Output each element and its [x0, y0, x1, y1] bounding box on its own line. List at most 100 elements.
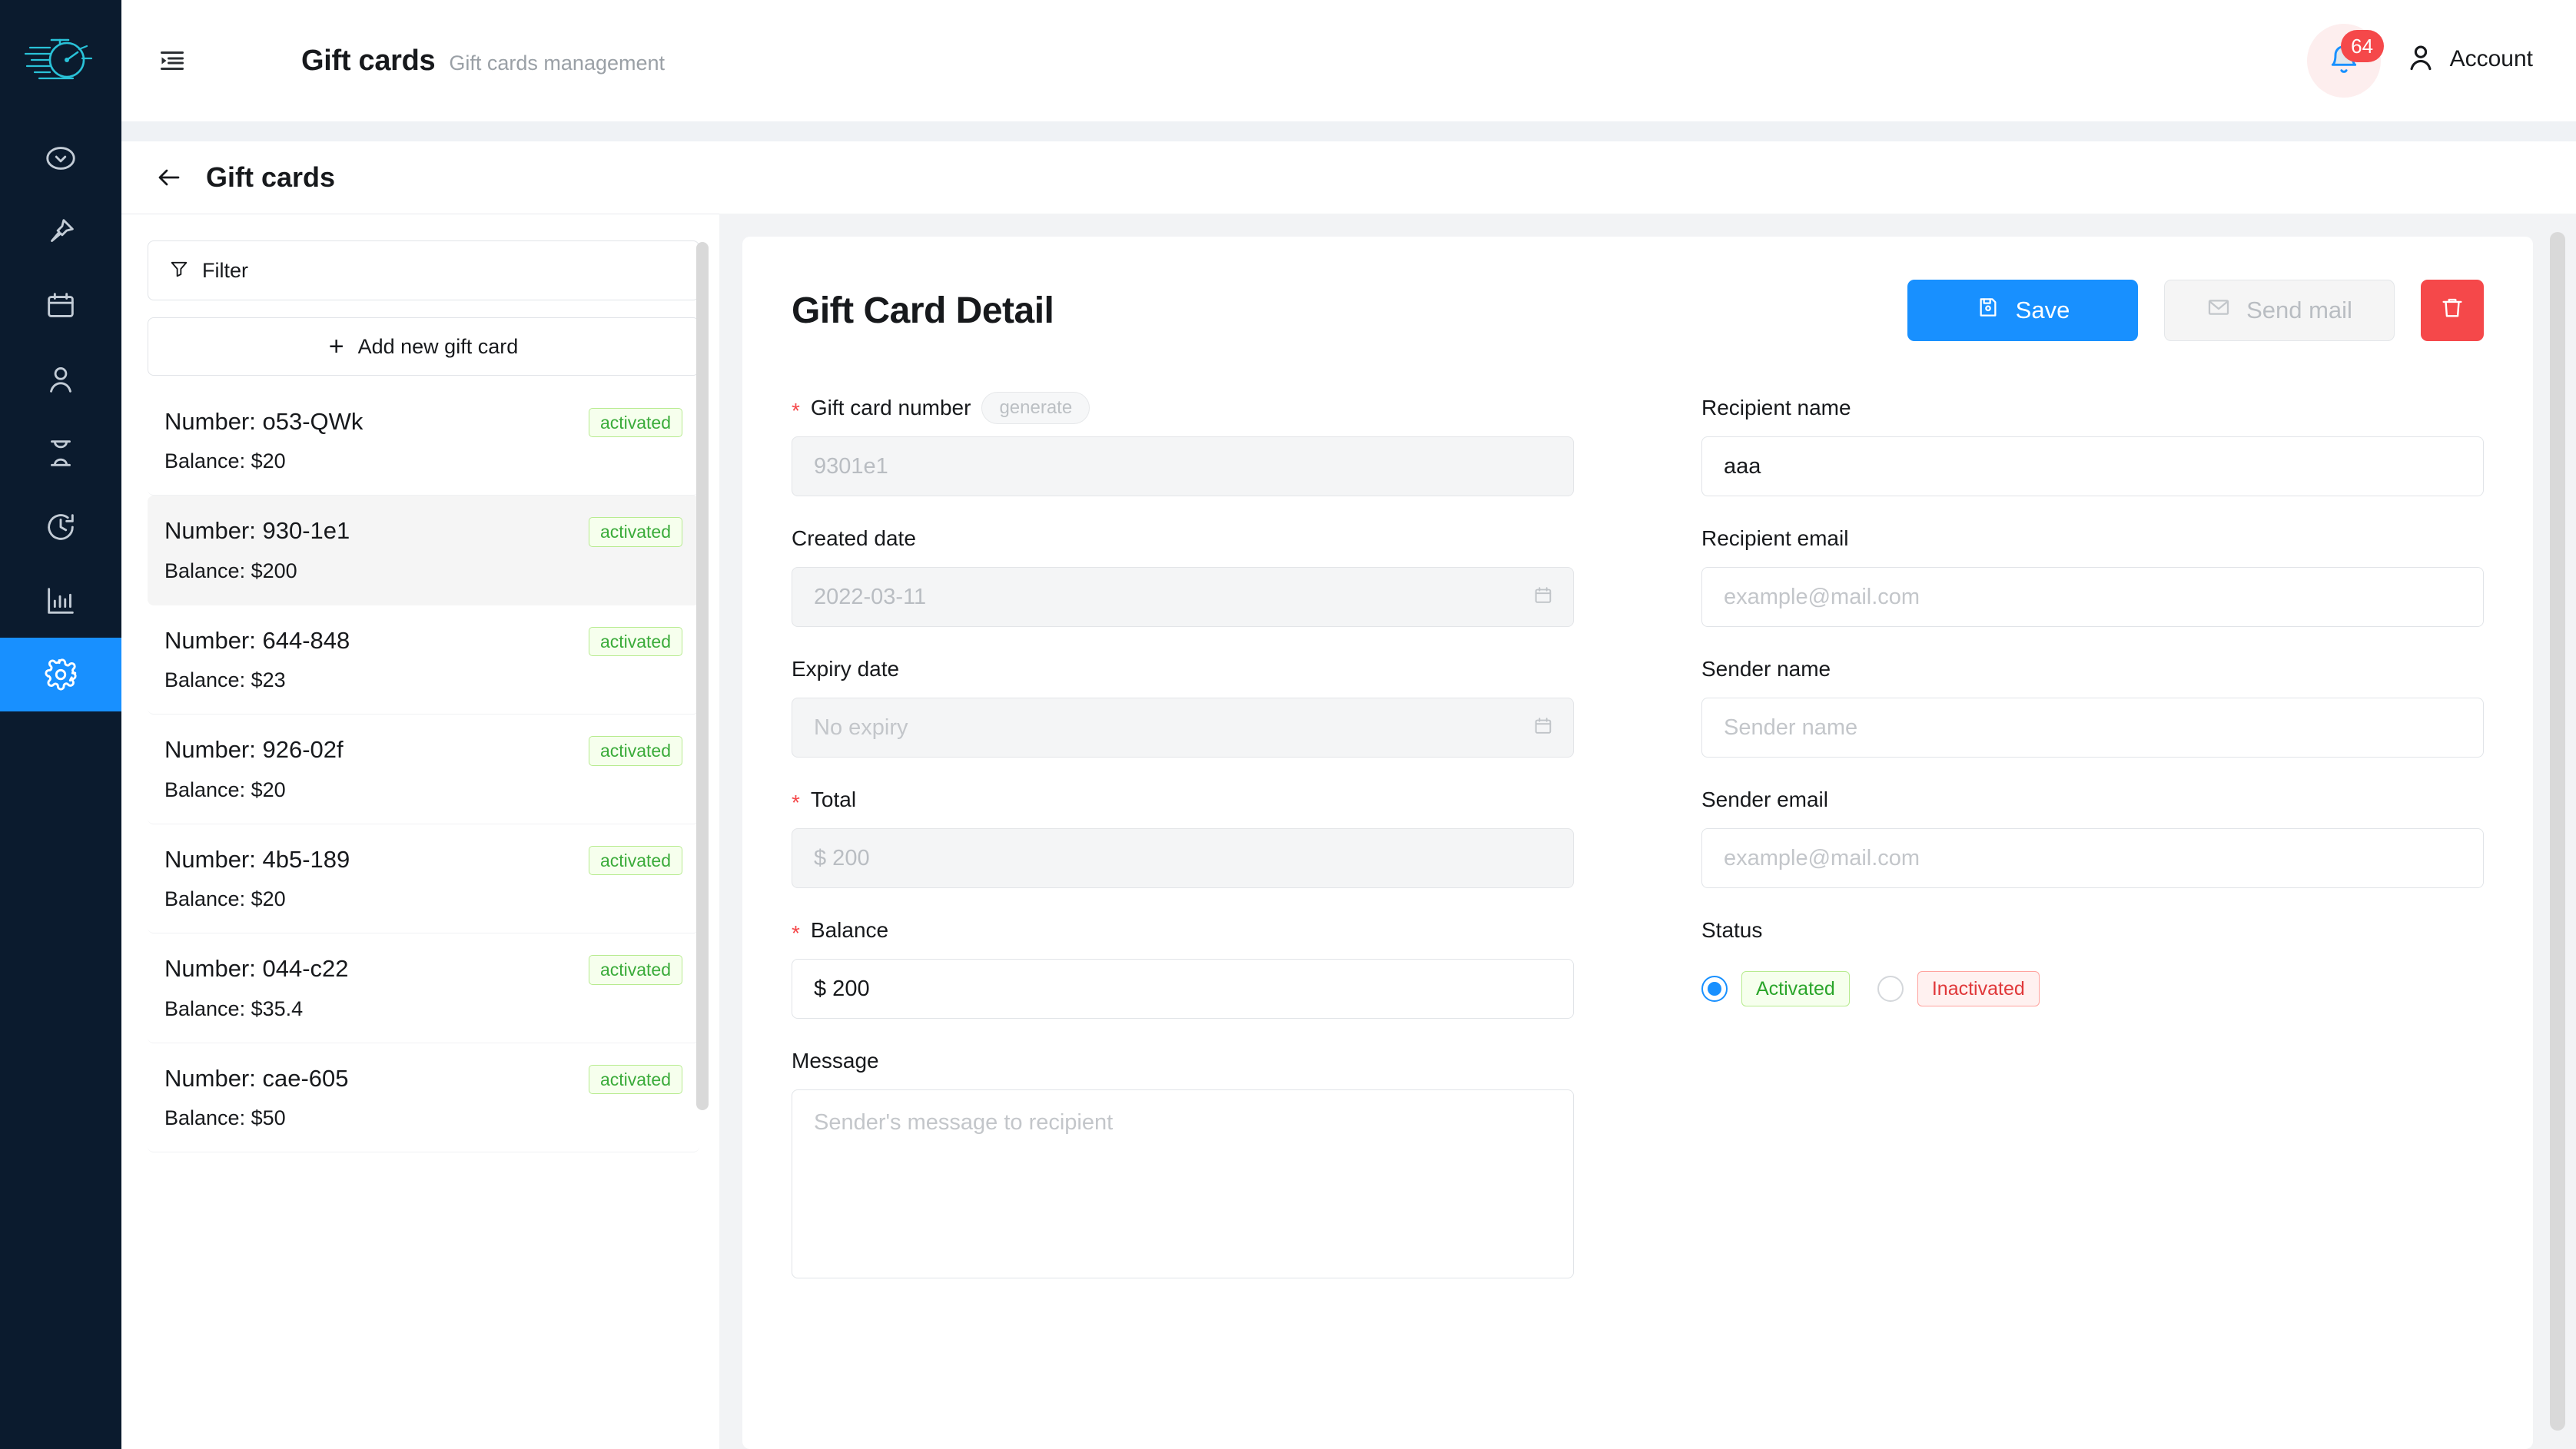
list-item[interactable]: Number: 044-c22 activated Balance: $35.4 — [148, 933, 699, 1043]
save-button[interactable]: Save — [1907, 280, 2138, 341]
balance-label: Balance — [810, 918, 889, 942]
pin-icon — [43, 214, 78, 250]
list-item[interactable]: Number: o53-QWk activated Balance: $20 — [148, 386, 699, 496]
field-label: Status — [1701, 914, 2484, 947]
generate-button[interactable]: generate — [981, 391, 1090, 425]
rail-item-check-circle[interactable] — [0, 121, 121, 195]
topbar-right: 64 Account — [2306, 24, 2533, 98]
avatar-icon — [2404, 41, 2438, 78]
account-menu[interactable]: Account — [2404, 41, 2533, 81]
required-asterisk: * — [792, 921, 800, 945]
rail-item-settings[interactable] — [0, 638, 121, 711]
gift-card-number-input[interactable]: 9301e1 — [792, 436, 1574, 496]
list-item-row: Number: 044-c22 activated — [164, 955, 682, 985]
add-new-gift-card-button[interactable]: + Add new gift card — [148, 317, 699, 376]
recipient-email-input[interactable]: example@mail.com — [1701, 567, 2484, 627]
rail-item-bar-chart[interactable] — [0, 564, 121, 638]
sender-name-placeholder: Sender name — [1724, 715, 1858, 740]
required-asterisk: * — [792, 399, 800, 423]
status-option-activated[interactable]: Activated — [1701, 971, 1850, 1006]
calendar-icon — [43, 288, 78, 323]
list-scrollbar[interactable] — [696, 242, 709, 1110]
delete-button[interactable] — [2421, 280, 2484, 341]
gift-card-balance-text: Balance: $200 — [164, 559, 297, 582]
header-divider-strip — [121, 121, 2576, 141]
gift-card-balance-text: Balance: $20 — [164, 449, 286, 473]
list-item[interactable]: Number: 644-848 activated Balance: $23 — [148, 605, 699, 715]
detail-header: Gift Card Detail Save Send mail — [792, 280, 2484, 341]
page-subtitle-header: Gift cards management — [449, 51, 666, 75]
arrow-left-icon[interactable] — [154, 164, 184, 191]
rail-item-user[interactable] — [0, 343, 121, 416]
gear-icon — [43, 657, 78, 692]
rail-item-clock-history[interactable] — [0, 490, 121, 564]
recipient-name-input[interactable]: aaa — [1701, 436, 2484, 496]
created-date-wrapper: 2022-03-11 — [792, 567, 1574, 627]
gift-card-detail-area: Gift Card Detail Save Send mail * Gift c… — [719, 214, 2576, 1449]
gift-card-list: Number: o53-QWk activated Balance: $20 N… — [148, 386, 699, 1153]
created-date-input[interactable]: 2022-03-11 — [792, 567, 1574, 627]
field-recipient-name: Recipient name aaa — [1701, 392, 2484, 496]
recipient-name-label: Recipient name — [1701, 396, 1851, 419]
field-label: Message — [792, 1045, 1574, 1077]
rail-item-hourglass[interactable] — [0, 416, 121, 490]
expiry-date-label: Expiry date — [792, 657, 900, 681]
balance-input[interactable]: $ 200 — [792, 959, 1574, 1019]
status-label: Status — [1701, 918, 1763, 942]
page-scrollbar[interactable] — [2550, 232, 2565, 1431]
notification-count-badge: 64 — [2340, 30, 2384, 62]
gift-card-balance-text: Balance: $20 — [164, 778, 286, 801]
add-new-gift-card-label: Add new gift card — [357, 334, 519, 358]
list-item[interactable]: Number: 4b5-189 activated Balance: $20 — [148, 824, 699, 934]
field-label: Recipient email — [1701, 522, 2484, 555]
status-badge: activated — [588, 736, 682, 766]
detail-actions: Save Send mail — [1907, 280, 2484, 341]
filter-label: Filter — [202, 258, 248, 282]
field-sender-email: Sender email example@mail.com — [1701, 784, 2484, 888]
sender-email-label: Sender email — [1701, 788, 1828, 811]
list-item-row: Number: cae-605 activated — [164, 1064, 682, 1095]
radio-inactivated[interactable] — [1877, 976, 1904, 1002]
expiry-date-input[interactable]: No expiry — [792, 698, 1574, 758]
send-mail-button[interactable]: Send mail — [2164, 280, 2395, 341]
list-item[interactable]: Number: 926-02f activated Balance: $20 — [148, 715, 699, 824]
check-circle-icon — [43, 141, 78, 176]
list-item[interactable]: Number: cae-605 activated Balance: $50 — [148, 1043, 699, 1153]
status-pill-inactivated: Inactivated — [1917, 971, 2040, 1006]
page-title: Gift cards — [206, 161, 336, 193]
send-mail-label: Send mail — [2246, 297, 2352, 323]
sender-name-label: Sender name — [1701, 657, 1831, 681]
gift-card-form: * Gift card number generate 9301e1 Creat… — [792, 391, 2484, 1305]
page-title-header: Gift cards — [301, 44, 436, 77]
gift-card-number-text: Number: o53-QWk — [164, 408, 363, 435]
gift-card-number-text: Number: cae-605 — [164, 1064, 349, 1092]
status-option-inactivated[interactable]: Inactivated — [1877, 971, 2040, 1006]
bar-chart-icon — [43, 583, 78, 618]
required-asterisk: * — [792, 791, 800, 814]
radio-activated[interactable] — [1701, 976, 1728, 1002]
list-item-row: Number: 4b5-189 activated — [164, 845, 682, 876]
total-input[interactable]: $ 200 — [792, 828, 1574, 888]
stopwatch-logo[interactable] — [0, 0, 121, 121]
gift-card-balance-text: Balance: $23 — [164, 668, 286, 692]
page-header: Gift cards — [121, 141, 2576, 214]
detail-title: Gift Card Detail — [792, 290, 1054, 331]
notifications-button[interactable]: 64 — [2306, 24, 2384, 98]
field-label: Expiry date — [792, 653, 1574, 685]
rail-items — [0, 121, 121, 711]
plus-icon: + — [328, 332, 344, 361]
gift-card-number-text: Number: 926-02f — [164, 736, 344, 764]
sender-email-input[interactable]: example@mail.com — [1701, 828, 2484, 888]
sender-name-input[interactable]: Sender name — [1701, 698, 2484, 758]
status-badge: activated — [588, 1064, 682, 1095]
filter-button[interactable]: Filter — [148, 240, 699, 300]
status-badge: activated — [588, 845, 682, 876]
field-total: * Total $ 200 — [792, 784, 1574, 888]
rail-item-calendar[interactable] — [0, 269, 121, 343]
list-item-row: Number: 930-1e1 activated — [164, 517, 682, 547]
message-textarea[interactable]: Sender's message to recipient — [792, 1089, 1574, 1278]
menu-collapse-icon[interactable] — [148, 36, 197, 85]
list-item[interactable]: Number: 930-1e1 activated Balance: $200 — [148, 496, 699, 605]
recipient-email-label: Recipient email — [1701, 526, 1849, 550]
rail-item-pin[interactable] — [0, 195, 121, 269]
